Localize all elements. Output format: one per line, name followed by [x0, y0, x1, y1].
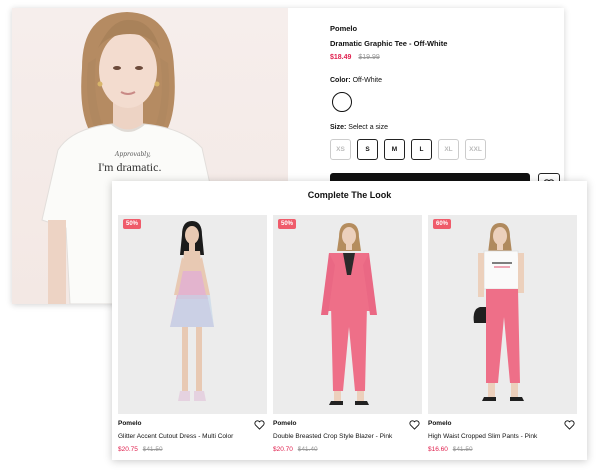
sale-price: $20.70: [273, 446, 293, 453]
color-selector: Color: Off-White: [330, 77, 560, 84]
product-title[interactable]: Double Breasted Crop Style Blazer - Pink: [273, 433, 422, 440]
complete-the-look-card: Complete The Look 50% Pomelo Glitter Acc…: [112, 181, 587, 460]
product-title[interactable]: Glitter Accent Cutout Dress - Multi Colo…: [118, 433, 267, 440]
pants-model-photo: [473, 223, 524, 401]
size-option-xl[interactable]: XL: [438, 139, 459, 160]
heart-outline-icon[interactable]: [564, 420, 575, 430]
size-option-xxl[interactable]: XXL: [465, 139, 486, 160]
heart-outline-icon[interactable]: [254, 420, 265, 430]
discount-badge: 60%: [433, 219, 452, 229]
sale-price: $18.49: [330, 54, 352, 61]
size-label: Size:: [330, 124, 347, 131]
product-brand: Pomelo: [273, 420, 297, 427]
color-swatch-off-white[interactable]: [332, 92, 352, 112]
product-image[interactable]: 60%: [428, 215, 577, 414]
product-price: $20.70 $41.40: [273, 446, 422, 453]
original-price: $41.50: [452, 446, 473, 453]
product-info: Pomelo Dramatic Graphic Tee - Off-White …: [330, 24, 560, 195]
product-title[interactable]: High Waist Cropped Slim Pants - Pink: [428, 433, 577, 440]
size-selector: Size: Select a size: [330, 124, 560, 131]
size-option-m[interactable]: M: [384, 139, 405, 160]
product-image[interactable]: 50%: [118, 215, 267, 414]
size-option-l[interactable]: L: [411, 139, 432, 160]
dress-model-photo: [170, 221, 214, 401]
product-price: $18.49 $19.99: [330, 54, 560, 61]
original-price: $41.50: [142, 446, 163, 453]
product-brand: Pomelo: [118, 420, 142, 427]
product-title: Dramatic Graphic Tee - Off-White: [330, 39, 448, 48]
size-option-s[interactable]: S: [357, 139, 378, 160]
product-image[interactable]: 50%: [273, 215, 422, 414]
product-brand: Pomelo: [428, 420, 452, 427]
sale-price: $16.60: [428, 446, 448, 453]
color-value: Off-White: [352, 77, 382, 84]
discount-badge: 50%: [278, 219, 297, 229]
sale-price: $20.75: [118, 446, 138, 453]
size-option-xs[interactable]: XS: [330, 139, 351, 160]
shirt-print-line1: Approvably,: [115, 151, 151, 158]
original-price: $41.40: [297, 446, 318, 453]
product-card-pants[interactable]: 60% Pomelo High Waist Cropped Slim Pants…: [428, 215, 577, 453]
product-brand[interactable]: Pomelo: [330, 24, 560, 33]
product-card-blazer[interactable]: 50% Pomelo Double Breasted Crop Style Bl…: [273, 215, 422, 453]
discount-badge: 50%: [123, 219, 142, 229]
shirt-print-line2: I'm dramatic.: [98, 160, 162, 174]
blazer-model-photo: [321, 223, 377, 405]
original-price: $19.99: [358, 54, 380, 61]
heart-outline-icon[interactable]: [409, 420, 420, 430]
size-hint: Select a size: [348, 124, 388, 131]
size-options: XS S M L XL XXL: [330, 139, 560, 160]
product-card-dress[interactable]: 50% Pomelo Glitter Accent Cutout Dress -…: [118, 215, 267, 453]
color-label: Color:: [330, 77, 351, 84]
complete-the-look-title: Complete The Look: [307, 190, 392, 200]
product-price: $16.60 $41.50: [428, 446, 577, 453]
product-price: $20.75 $41.50: [118, 446, 267, 453]
